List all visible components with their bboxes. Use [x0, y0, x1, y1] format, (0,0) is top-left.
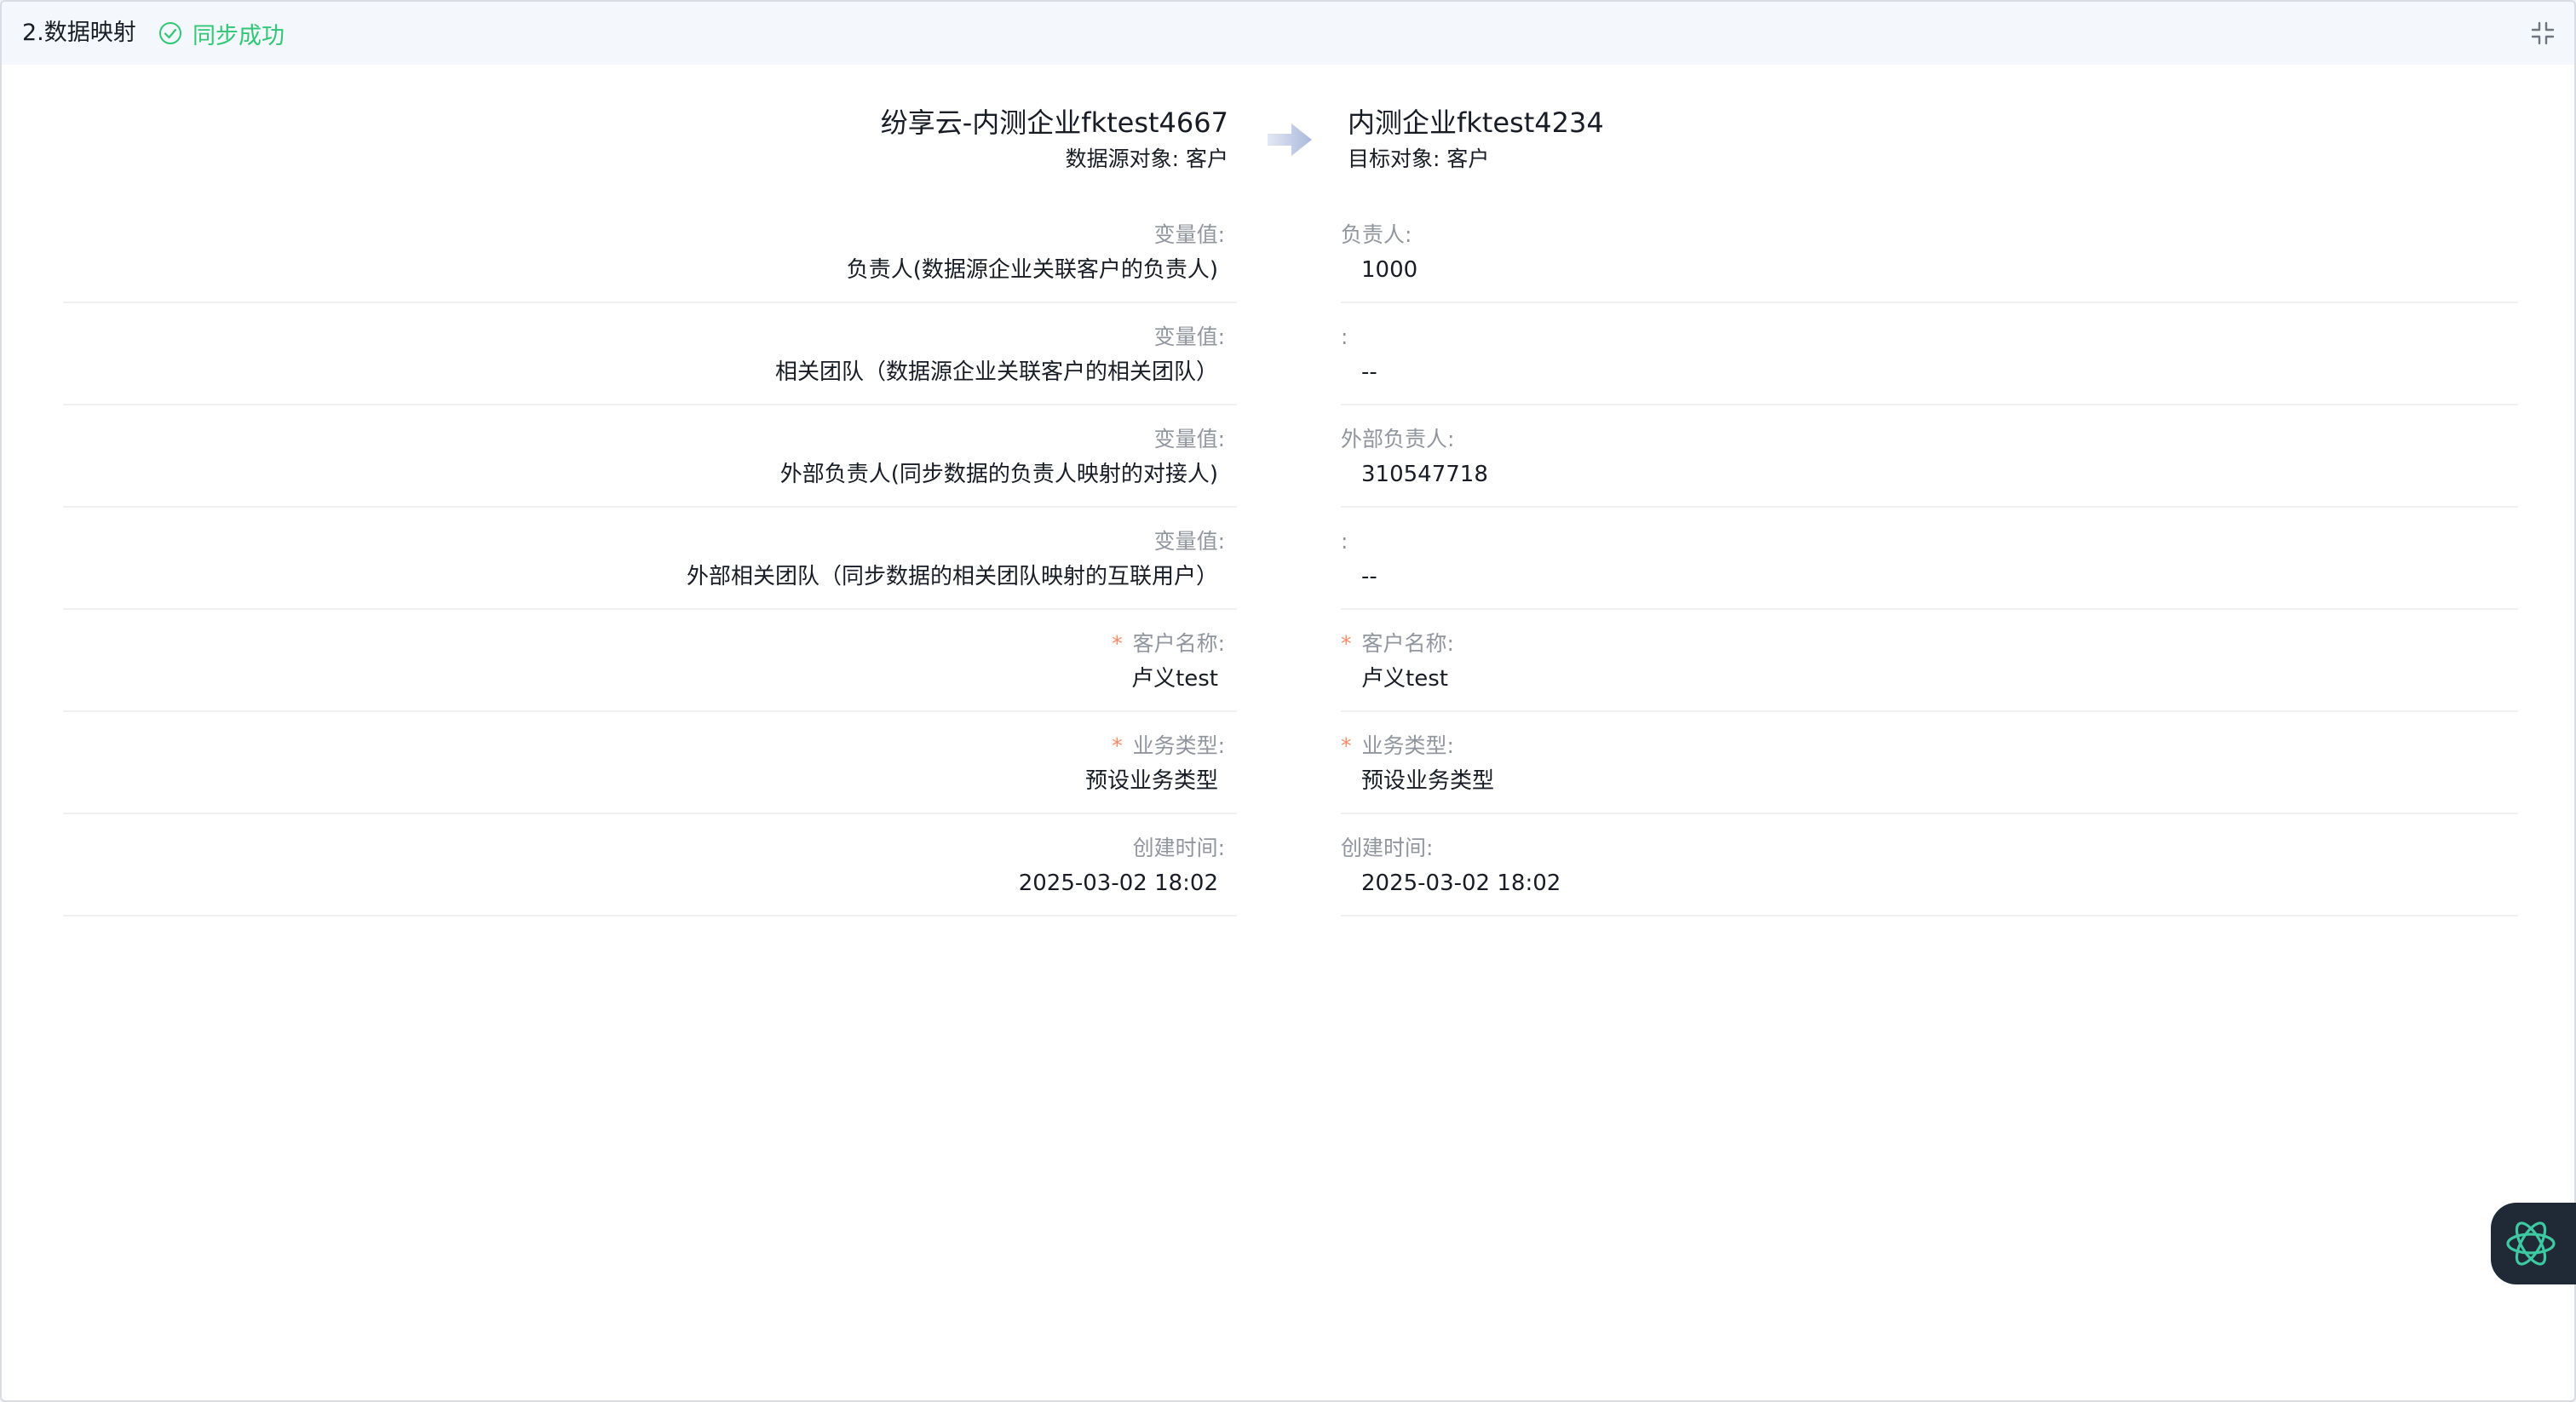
source-object-label: 数据源对象: — [1065, 147, 1180, 171]
source-field-label: 创建时间: — [1132, 836, 1225, 860]
mapping-row: 变量值: 相关团队（数据源企业关联客户的相关团队） : -- — [2, 303, 2574, 405]
source-field-value: 外部相关团队（同步数据的相关团队映射的互联用户） — [686, 564, 1218, 589]
required-mark: * — [1112, 631, 1123, 656]
target-object-label: 目标对象: — [1348, 147, 1440, 171]
data-mapping-panel: 2.数据映射 同步成功 纷享云-内测企业fktest4667 数据源对象: 客户 — [0, 0, 2576, 1402]
target-field-label: * 客户名称: — [1341, 631, 1454, 656]
source-field-label: * 业务类型: — [1112, 733, 1225, 758]
target-field-label: 负责人: — [1341, 222, 1412, 247]
mapping-row: 变量值: 外部相关团队（同步数据的相关团队映射的互联用户） : -- — [2, 508, 2574, 610]
target-field: * 业务类型: 预设业务类型 — [1341, 712, 2518, 814]
source-enterprise-name: 纷享云-内测企业fktest4667 — [880, 106, 1228, 139]
target-enterprise-name: 内测企业fktest4234 — [1348, 106, 1604, 139]
target-field-value: 2025-03-02 18:02 — [1361, 871, 1561, 896]
ai-assistant-icon — [2506, 1221, 2556, 1266]
target-field-value: 预设业务类型 — [1361, 768, 1495, 794]
source-field-label: * 客户名称: — [1112, 631, 1225, 656]
panel-title: 2.数据映射 — [22, 20, 136, 46]
source-field-value: 外部负责人(同步数据的负责人映射的对接人) — [779, 462, 1218, 487]
source-field-label: 变量值: — [1153, 427, 1225, 451]
target-field-label: * 业务类型: — [1341, 733, 1454, 758]
target-field-label: : — [1341, 325, 1348, 349]
required-mark: * — [1112, 733, 1123, 758]
source-field-value: 2025-03-02 18:02 — [1018, 871, 1218, 896]
source-field: 变量值: 外部相关团队（同步数据的相关团队映射的互联用户） — [63, 508, 1237, 610]
mapping-row: 变量值: 负责人(数据源企业关联客户的负责人) 负责人: 1000 — [2, 201, 2574, 303]
target-field: 外部负责人: 310547718 — [1341, 405, 2518, 508]
required-mark: * — [1341, 631, 1352, 656]
target-field: : -- — [1341, 508, 2518, 610]
source-field-label: 变量值: — [1153, 529, 1225, 554]
target-field-value: 卢义test — [1361, 666, 1448, 692]
target-field: : -- — [1341, 303, 2518, 405]
sync-status-text: 同步成功 — [193, 22, 285, 49]
source-field: 变量值: 外部负责人(同步数据的负责人映射的对接人) — [63, 405, 1237, 508]
arrow-right-icon — [1268, 124, 1312, 156]
mapping-row: * 客户名称: 卢义test * 客户名称: 卢义test — [2, 610, 2574, 712]
target-field: * 客户名称: 卢义test — [1341, 610, 2518, 712]
mapping-row: * 业务类型: 预设业务类型 * 业务类型: 预设业务类型 — [2, 712, 2574, 814]
target-field-value: -- — [1361, 359, 1377, 385]
panel-header: 2.数据映射 同步成功 — [2, 2, 2574, 65]
target-field: 负责人: 1000 — [1341, 201, 2518, 303]
source-field-label: 变量值: — [1153, 325, 1225, 349]
target-object-value: 客户 — [1446, 147, 1490, 171]
target-field-label: 外部负责人: — [1341, 427, 1455, 451]
source-header: 纷享云-内测企业fktest4667 数据源对象: 客户 — [881, 102, 1228, 175]
source-field-value: 相关团队（数据源企业关联客户的相关团队） — [774, 359, 1218, 385]
source-field-value: 预设业务类型 — [1084, 768, 1218, 794]
mapping-row: 变量值: 外部负责人(同步数据的负责人映射的对接人) 外部负责人: 310547… — [2, 405, 2574, 508]
source-field: * 业务类型: 预设业务类型 — [63, 712, 1237, 814]
target-object: 目标对象: 客户 — [1348, 143, 1604, 175]
target-field-value: 1000 — [1361, 257, 1418, 283]
target-field-label: 创建时间: — [1341, 836, 1434, 860]
source-object: 数据源对象: 客户 — [881, 143, 1228, 175]
target-header: 内测企业fktest4234 目标对象: 客户 — [1348, 102, 1604, 175]
source-field-value: 负责人(数据源企业关联客户的负责人) — [846, 257, 1218, 283]
source-field: * 客户名称: 卢义test — [63, 610, 1237, 712]
source-field: 变量值: 相关团队（数据源企业关联客户的相关团队） — [63, 303, 1237, 405]
source-field: 创建时间: 2025-03-02 18:02 — [63, 814, 1237, 916]
source-field: 变量值: 负责人(数据源企业关联客户的负责人) — [63, 201, 1237, 303]
source-field-value: 卢义test — [1131, 666, 1218, 692]
target-field-value: -- — [1361, 564, 1377, 589]
check-circle-icon — [159, 22, 181, 44]
collapse-icon[interactable] — [2530, 20, 2556, 46]
sync-status: 同步成功 — [158, 2, 285, 65]
required-mark: * — [1341, 733, 1352, 758]
target-field: 创建时间: 2025-03-02 18:02 — [1341, 814, 2518, 916]
source-object-value: 客户 — [1185, 147, 1228, 171]
ai-assistant-button[interactable] — [2491, 1203, 2576, 1284]
target-field-label: : — [1341, 529, 1348, 554]
mapping-row: 创建时间: 2025-03-02 18:02 创建时间: 2025-03-02 … — [2, 814, 2574, 916]
source-field-label: 变量值: — [1153, 222, 1225, 247]
target-field-value: 310547718 — [1361, 462, 1488, 487]
